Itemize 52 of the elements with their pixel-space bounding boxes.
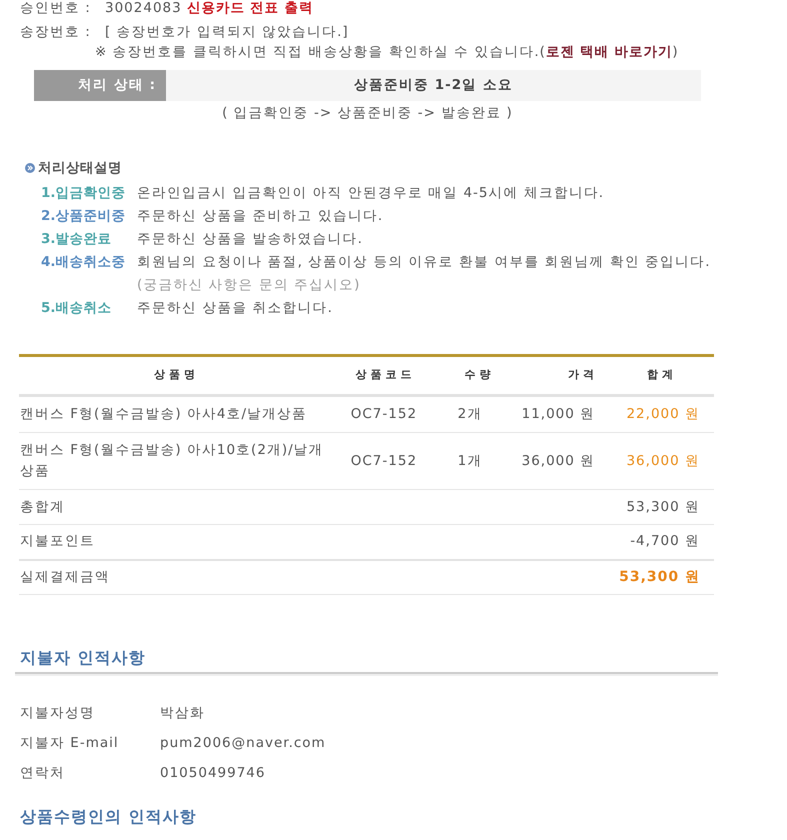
status-step-label: 2.상품준비중 bbox=[41, 207, 127, 226]
product-code: OC7-152 bbox=[334, 396, 438, 432]
summary-label: 실제결제금액 bbox=[19, 560, 610, 594]
unit-price: 11,000 원 bbox=[522, 396, 610, 432]
status-label: 처리 상태 : bbox=[34, 70, 166, 101]
product-name: 캔버스 F형(월수금발송) 아사10호(2개)/날개상품 bbox=[19, 432, 334, 490]
invoice-label: 송장번호 : bbox=[20, 23, 92, 42]
status-step-label: 1.입금확인중 bbox=[41, 184, 127, 203]
status-step-label: 3.발송완료 bbox=[41, 230, 113, 249]
field-value: 박삼화 bbox=[160, 704, 205, 723]
column-header: 수량 bbox=[438, 356, 522, 396]
line-total: 36,000 원 bbox=[610, 432, 714, 490]
legend-title: 처리상태설명 bbox=[38, 159, 122, 178]
column-header: 가격 bbox=[522, 356, 610, 396]
payment-amount: 53,300 원 bbox=[610, 560, 714, 594]
status-value: 상품준비중 1-2일 소요 bbox=[166, 70, 701, 101]
courier-link[interactable]: 로젠 택배 바로가기 bbox=[546, 44, 672, 60]
column-header: 상품코드 bbox=[334, 356, 438, 396]
summary-amount: 53,300 원 bbox=[610, 490, 714, 524]
status-step-note: (궁금하신 사항은 문의 주십시오) bbox=[137, 276, 362, 295]
approval-number: 30024083 bbox=[105, 0, 182, 16]
status-step-description: 주문하신 상품을 발송하였습니다. bbox=[137, 230, 363, 249]
invoice-note: ※ 송장번호를 클릭하시면 직접 배송상황을 확인하실 수 있습니다.(로젠 택배 바로가기) bbox=[94, 43, 680, 62]
status-step-label: 4.배송취소중 bbox=[41, 253, 127, 272]
status-step-description: 온라인입금시 입금확인이 아직 안된경우로 매일 4-5시에 체크합니다. bbox=[137, 184, 604, 203]
field-value: 01050499746 bbox=[160, 764, 266, 783]
chevron-circle-icon bbox=[25, 163, 35, 173]
summary-label: 지불포인트 bbox=[19, 524, 610, 560]
column-header: 합계 bbox=[610, 356, 714, 396]
product-code: OC7-152 bbox=[334, 432, 438, 490]
field-label: 지불자성명 bbox=[20, 704, 96, 723]
field-value: pum2006@naver.com bbox=[160, 734, 326, 753]
section-heading: 상품수령인의 인적사항 bbox=[20, 806, 198, 828]
receipt-print-link[interactable]: 신용카드 전표 출력 bbox=[187, 0, 314, 16]
field-label: 지불자 E-mail bbox=[20, 734, 120, 753]
summary-amount: -4,700 원 bbox=[610, 524, 714, 560]
field-label: 연락처 bbox=[20, 764, 66, 783]
status-flow: ( 입금확인중 -> 상품준비중 -> 발송완료 ) bbox=[221, 104, 514, 123]
column-header: 상품명 bbox=[19, 356, 334, 396]
invoice-value: [ 송장번호가 입력되지 않았습니다.] bbox=[105, 24, 349, 40]
summary-label: 총합계 bbox=[19, 490, 610, 524]
quantity: 1개 bbox=[438, 432, 522, 490]
status-step-description: 주문하신 상품을 준비하고 있습니다. bbox=[137, 207, 384, 226]
approval-label: 승인번호 : bbox=[20, 0, 92, 16]
status-step-description: 주문하신 상품을 취소합니다. bbox=[137, 299, 333, 318]
status-step-description: 회원님의 요청이나 품절, 상품이상 등의 이유로 환불 여부를 회원님께 확인 중입니다. bbox=[137, 253, 710, 272]
line-total: 22,000 원 bbox=[610, 396, 714, 432]
unit-price: 36,000 원 bbox=[522, 432, 610, 490]
status-step-label: 5.배송취소 bbox=[41, 299, 113, 318]
section-heading: 지불자 인적사항 bbox=[20, 647, 147, 669]
product-name: 캔버스 F형(월수금발송) 아사4호/날개상품 bbox=[19, 396, 334, 432]
quantity: 2개 bbox=[438, 396, 522, 432]
